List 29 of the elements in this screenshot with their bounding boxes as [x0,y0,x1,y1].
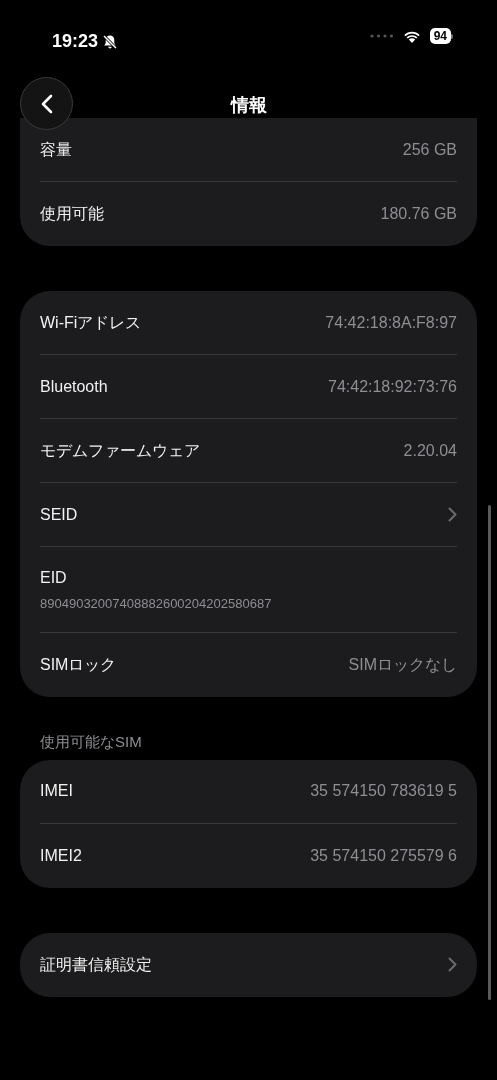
page-title: 情報 [230,94,267,117]
status-time: 19:23 [52,30,99,53]
chevron-icon [448,957,457,972]
row-value: 180.76 GB [380,204,457,224]
row-label: SIMロック [40,655,117,675]
row-label: EID [40,567,68,588]
section-heading: 使用可能なSIM [40,732,143,752]
row-value: 74:42:18:8A:F8:97 [325,312,457,333]
back-button[interactable] [20,77,73,130]
row-label: Bluetooth [40,376,108,397]
chevron-icon [448,507,457,522]
signal-icon [369,34,394,38]
row-value: 35 574150 783619 5 [310,781,457,801]
row-value: SIMロックなし [348,655,457,675]
row-label: IMEI [40,781,73,801]
back-icon [40,93,53,114]
row-value: 74:42:18:92:73:76 [328,376,457,397]
row-label: 容量 [40,139,72,160]
row-value: 89049032007408882600204202580687 [40,594,273,613]
row-value: 35 574150 275579 6 [310,845,457,866]
row-label: 使用可能 [40,204,104,224]
list-item[interactable]: 証明書信頼設定 [40,932,457,997]
list-item[interactable]: SEID [40,483,457,547]
row-label: Wi-Fiアドレス [40,312,142,333]
row-value: 2.20.04 [403,440,457,461]
row-value: 256 GB [402,139,457,160]
battery-level: 94 [429,28,451,44]
row-label: IMEI2 [40,845,82,866]
row-label: モデムファームウェア [40,440,200,461]
